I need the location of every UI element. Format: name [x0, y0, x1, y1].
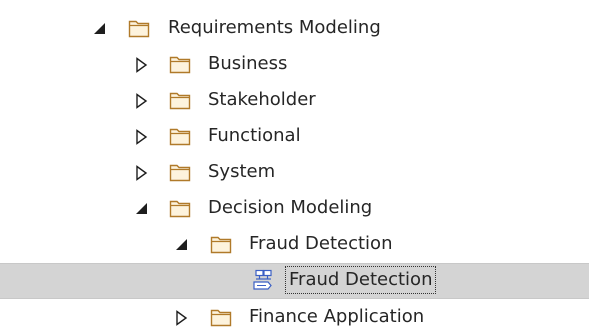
- folder-icon: [169, 198, 191, 218]
- tree-item-finance-application[interactable]: Finance Application: [0, 300, 589, 333]
- tree-item-system[interactable]: System: [0, 155, 589, 189]
- tree-item-label: Business: [208, 53, 288, 74]
- folder-icon: [128, 18, 150, 38]
- collapsed-triangle-icon[interactable]: [134, 93, 150, 109]
- expanded-triangle-icon[interactable]: [134, 201, 150, 217]
- folder-icon: [210, 234, 232, 254]
- collapsed-triangle-icon[interactable]: [134, 57, 150, 73]
- tree-item-label: Finance Application: [249, 306, 425, 327]
- tree-item-label: Stakeholder: [208, 89, 316, 110]
- tree-item-label: Requirements Modeling: [168, 17, 381, 38]
- expanded-triangle-icon[interactable]: [92, 21, 108, 37]
- project-browser-tree: Requirements Modeling Business Stakehold…: [0, 0, 589, 333]
- folder-icon: [169, 162, 191, 182]
- collapsed-triangle-icon[interactable]: [134, 165, 150, 181]
- tree-item-label: Fraud Detection: [284, 266, 437, 294]
- folder-icon: [210, 307, 232, 327]
- tree-item-functional[interactable]: Functional: [0, 119, 589, 153]
- tree-item-label: Fraud Detection: [249, 233, 393, 254]
- tree-item-label: Decision Modeling: [208, 197, 373, 218]
- collapsed-triangle-icon[interactable]: [134, 129, 150, 145]
- folder-icon: [169, 126, 191, 146]
- expanded-triangle-icon[interactable]: [174, 237, 190, 253]
- collapsed-triangle-icon[interactable]: [174, 310, 190, 326]
- tree-item-label: System: [208, 161, 276, 182]
- folder-icon: [169, 90, 191, 110]
- tree-item-stakeholder[interactable]: Stakeholder: [0, 83, 589, 117]
- tree-item-label: Functional: [208, 125, 301, 146]
- tree-item-decision-modeling[interactable]: Decision Modeling: [0, 191, 589, 225]
- tree-item-business[interactable]: Business: [0, 47, 589, 81]
- tree-item-requirements-modeling[interactable]: Requirements Modeling: [0, 11, 589, 45]
- folder-icon: [169, 54, 191, 74]
- tree-item-fraud-detection-folder[interactable]: Fraud Detection: [0, 227, 589, 261]
- decision-diagram-icon: [252, 269, 274, 290]
- tree-item-fraud-detection-diagram[interactable]: Fraud Detection: [0, 263, 589, 299]
